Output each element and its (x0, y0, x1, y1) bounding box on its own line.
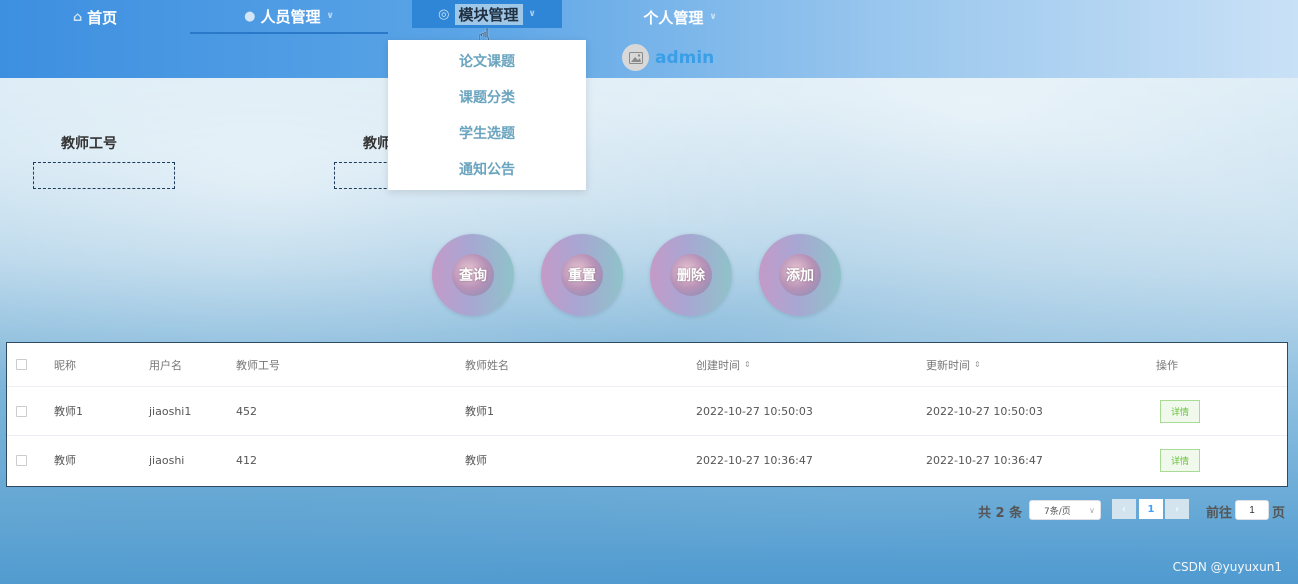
checkbox-icon (16, 405, 27, 417)
menu-item-thesis-topic[interactable]: 论文课题 (388, 43, 586, 79)
page-number-current[interactable]: 1 (1139, 499, 1163, 519)
nav-module-label: 模块管理 (454, 3, 523, 25)
chevron-down-icon: ∨ (709, 12, 717, 22)
table-row: 教师 jiaoshi 412 教师 2022-10-27 10:36:47 20… (7, 436, 1287, 484)
header-username: 用户名 (149, 358, 182, 372)
module-dropdown-menu: 论文课题 课题分类 学生选题 通知公告 (388, 40, 586, 190)
chevron-right-icon: › (1175, 503, 1179, 515)
nav-personal-management[interactable]: 个人管理 ∨ (600, 0, 760, 34)
avatar (622, 44, 649, 71)
header-created-label: 创建时间 (696, 358, 740, 372)
add-button[interactable]: 添加 (759, 234, 841, 316)
nav-person-management[interactable]: ● 人员管理 ∨ (190, 0, 388, 34)
reset-button[interactable]: 重置 (541, 234, 623, 316)
chevron-down-icon: ∨ (326, 11, 334, 21)
cell-action: 详情 (1160, 387, 1200, 435)
module-icon: ◎ (438, 6, 450, 22)
cell-created: 2022-10-27 10:36:47 (696, 453, 813, 467)
user-info[interactable]: admin (622, 44, 714, 71)
goto-label: 前往 (1206, 506, 1233, 521)
header-nickname: 昵称 (54, 358, 76, 372)
header-updated[interactable]: 更新时间 ⇕ (926, 343, 981, 386)
cell-nickname: 教师1 (54, 405, 83, 418)
watermark: CSDN @yuyuxun1 (1172, 560, 1282, 574)
chevron-down-icon: ∨ (1089, 505, 1095, 515)
cell-action: 详情 (1160, 436, 1200, 484)
page-size-value: 7条/页 (1044, 506, 1071, 517)
teacher-name-label: 教师 (363, 136, 391, 152)
cell-updated: 2022-10-27 10:50:03 (926, 404, 1043, 418)
header-updated-label: 更新时间 (926, 358, 970, 372)
detail-button[interactable]: 详情 (1160, 448, 1200, 472)
prev-page-button[interactable]: ‹ (1112, 499, 1136, 519)
cell-updated: 2022-10-27 10:36:47 (926, 453, 1043, 467)
action-buttons: 查询 重置 删除 添加 (432, 234, 868, 316)
delete-button[interactable]: 删除 (650, 234, 732, 316)
cell-created: 2022-10-27 10:50:03 (696, 404, 813, 418)
sort-icon[interactable]: ⇕ (974, 360, 981, 369)
teacher-no-input[interactable] (33, 162, 175, 189)
nav-person-label: 人员管理 (260, 7, 321, 26)
pagination-total: 共 2 条 (978, 506, 1023, 521)
detail-button[interactable]: 详情 (1160, 399, 1200, 423)
table-row: 教师1 jiaoshi1 452 教师1 2022-10-27 10:50:03… (7, 387, 1287, 436)
cell-teacher-name: 教师1 (465, 405, 494, 418)
nav-home[interactable]: ⌂ 首页 (40, 0, 150, 34)
add-button-label: 添加 (779, 254, 821, 296)
page-word-label: 页 (1272, 506, 1286, 521)
checkbox-icon (16, 454, 27, 466)
cell-username: jiaoshi (149, 453, 185, 467)
row-checkbox[interactable] (16, 387, 27, 435)
cell-teacher-name: 教师 (465, 454, 487, 467)
top-navbar: ⌂ 首页 ● 人员管理 ∨ ◎ 模块管理 ∨ 个人管理 ∨ admin (0, 0, 1298, 78)
query-button[interactable]: 查询 (432, 234, 514, 316)
pagination: 共 2 条 7条/页 ∨ ‹ 1 › 前往 页 (0, 498, 1298, 524)
reset-button-label: 重置 (561, 254, 603, 296)
menu-item-student-selection[interactable]: 学生选题 (388, 115, 586, 151)
person-icon: ● (244, 8, 256, 24)
cell-username: jiaoshi1 (149, 404, 192, 418)
checkbox-icon (16, 359, 27, 370)
menu-item-notice[interactable]: 通知公告 (388, 151, 586, 187)
sort-icon[interactable]: ⇕ (744, 360, 751, 369)
header-teacher-name: 教师姓名 (465, 358, 509, 372)
chevron-left-icon: ‹ (1122, 503, 1126, 515)
next-page-button[interactable]: › (1165, 499, 1189, 519)
header-teacher-no: 教师工号 (236, 358, 280, 372)
header-created[interactable]: 创建时间 ⇕ (696, 343, 751, 386)
nav-personal-label: 个人管理 (643, 8, 704, 27)
goto-page-input[interactable] (1235, 500, 1269, 520)
cell-teacher-no: 412 (236, 453, 257, 467)
cell-nickname: 教师 (54, 454, 76, 467)
row-checkbox[interactable] (16, 436, 27, 484)
username: admin (655, 47, 715, 68)
cell-teacher-no: 452 (236, 404, 257, 418)
table-header-row: 昵称 用户名 教师工号 教师姓名 创建时间 ⇕ 更新时间 ⇕ 操作 (7, 343, 1287, 387)
delete-button-label: 删除 (670, 254, 712, 296)
nav-home-label: 首页 (87, 8, 118, 27)
chevron-down-icon: ∨ (528, 9, 536, 19)
header-action: 操作 (1156, 358, 1178, 372)
menu-item-topic-category[interactable]: 课题分类 (388, 79, 586, 115)
teacher-table: 昵称 用户名 教师工号 教师姓名 创建时间 ⇕ 更新时间 ⇕ 操作 教师1 ji… (6, 342, 1288, 487)
home-icon: ⌂ (72, 9, 83, 25)
teacher-no-label: 教师工号 (61, 136, 117, 152)
select-all-checkbox[interactable] (16, 343, 27, 386)
page-size-select[interactable]: 7条/页 ∨ (1029, 500, 1101, 520)
query-button-label: 查询 (452, 254, 494, 296)
image-icon (628, 51, 643, 64)
